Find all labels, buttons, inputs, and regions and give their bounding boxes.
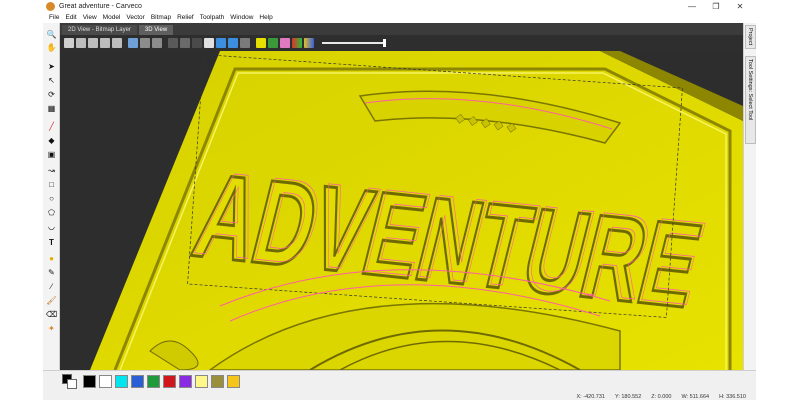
circle-icon[interactable]: ○ [46,193,57,203]
menu-toolpath[interactable]: Toolpath [200,14,225,21]
pen-icon[interactable]: ╱ [46,121,57,131]
right-side-panel: Project Tool Settings: Select Tool [743,23,756,370]
color-swatch[interactable] [179,375,192,388]
status-w: W: 511.664 [681,393,710,400]
freehand-icon[interactable]: ↝ [46,165,57,175]
move-icon[interactable] [140,38,150,48]
left-tool-column: 🔍 ✋ ➤ ↖ ⟳ ▦ ╱ ◆ ▣ ↝ □ ○ ⬠ ◡ T ● ✎ ∕ 🖌 ⌫ … [43,23,60,370]
eraser-icon[interactable]: ◆ [46,135,57,145]
bottom-bar: X: -420.731 Y: 180.552 Z: 0.000 W: 511.6… [43,370,756,400]
status-y: Y: 180.552 [614,393,642,400]
menu-bitmap[interactable]: Bitmap [151,14,171,21]
rectangle-icon[interactable]: □ [46,179,57,189]
view-iso-icon[interactable] [64,38,74,48]
close-button[interactable]: ✕ [728,0,752,12]
grid-icon[interactable]: ▦ [46,103,57,113]
color-swatch[interactable] [131,375,144,388]
material-green-icon[interactable] [268,38,278,48]
erase-brush-icon[interactable]: ⌫ [46,309,57,319]
maximize-button[interactable]: ❐ [704,0,728,12]
relief-model: ◆ ◆ ◆ ◆ ◆ ADVENTURE ADVENTURE [90,51,743,370]
color-swatch[interactable] [99,375,112,388]
color-swatch[interactable] [163,375,176,388]
menu-file[interactable]: File [49,14,59,21]
menu-help[interactable]: Help [259,14,272,21]
transform-icon[interactable]: ⟳ [46,89,57,99]
shaded-icon[interactable] [180,38,190,48]
zoom-slider[interactable] [322,39,386,47]
relief-layer-icon[interactable] [228,38,238,48]
select-arrow-icon[interactable]: ➤ [46,61,57,71]
status-h: H: 336.510 [719,393,746,400]
color-swatch[interactable] [147,375,160,388]
color-swatch[interactable] [227,375,240,388]
drop-icon[interactable]: ● [46,253,57,263]
zoom-slider-handle[interactable] [383,39,386,47]
zoom-icon[interactable] [152,38,162,48]
axes-icon[interactable] [128,38,138,48]
menu-window[interactable]: Window [230,14,253,21]
tab-3d-view[interactable]: 3D View [138,25,174,35]
pan-icon[interactable]: ✋ [46,42,57,52]
window-title: Great adventure - Carveco [59,2,142,10]
status-z: Z: 0.000 [651,393,672,400]
bitmap-layer-icon[interactable] [204,38,214,48]
3d-view-toolbar [60,35,743,51]
brush-icon[interactable]: 🖌 [46,295,57,305]
menu-relief[interactable]: Relief [177,14,194,21]
sculpt-icon[interactable]: ✎ [46,267,57,277]
palette-icon[interactable] [304,38,314,48]
menu-vector[interactable]: Vector [126,14,144,21]
node-edit-icon[interactable]: ↖ [46,75,57,85]
light-icon[interactable] [280,38,290,48]
text-icon[interactable]: T [46,237,57,247]
paint-icon[interactable]: ✦ [46,323,57,333]
tab-tool-settings[interactable]: Tool Settings: Select Tool [745,56,756,144]
status-bar: X: -420.731 Y: 180.552 Z: 0.000 W: 511.6… [43,392,756,400]
render-icon[interactable] [192,38,202,48]
title-bar: Great adventure - Carveco — ❐ ✕ [43,0,756,12]
color-swatch[interactable] [211,375,224,388]
fg-bg-color-icon[interactable] [62,374,78,390]
app-logo-icon [46,1,55,11]
wireframe-icon[interactable] [168,38,178,48]
polygon-icon[interactable]: ⬠ [46,207,57,217]
view-front-icon[interactable] [76,38,86,48]
menu-view[interactable]: View [83,14,97,21]
minimize-button[interactable]: — [680,0,704,12]
color-swatch[interactable] [115,375,128,388]
fill-icon[interactable]: ▣ [46,149,57,159]
color-swatch[interactable] [195,375,208,388]
smooth-icon[interactable]: ∕ [46,281,57,291]
window-controls: — ❐ ✕ [680,0,752,12]
arc-icon[interactable]: ◡ [46,221,57,231]
toolpath-icon[interactable] [240,38,250,48]
color-palette [83,375,243,388]
menu-bar: File Edit View Model Vector Bitmap Relie… [43,12,756,23]
view-top-icon[interactable] [100,38,110,48]
view-other-icon[interactable] [112,38,122,48]
status-x: X: -420.731 [576,393,605,400]
color-swatch[interactable] [83,375,96,388]
tab-2d-view[interactable]: 2D View - Bitmap Layer [62,25,137,35]
vector-layer-icon[interactable] [216,38,226,48]
tab-project[interactable]: Project [745,25,756,49]
3d-viewport[interactable]: ◆ ◆ ◆ ◆ ◆ ADVENTURE ADVENTURE [60,51,743,370]
view-side-icon[interactable] [88,38,98,48]
zoom-icon[interactable]: 🔍 [46,29,57,39]
menu-model[interactable]: Model [103,14,121,21]
material-yellow-icon[interactable] [256,38,266,48]
menu-edit[interactable]: Edit [65,14,76,21]
multi-color-icon[interactable] [292,38,302,48]
view-tabs: 2D View - Bitmap Layer 3D View [60,23,743,35]
app-window: Great adventure - Carveco — ❐ ✕ File Edi… [43,0,756,400]
